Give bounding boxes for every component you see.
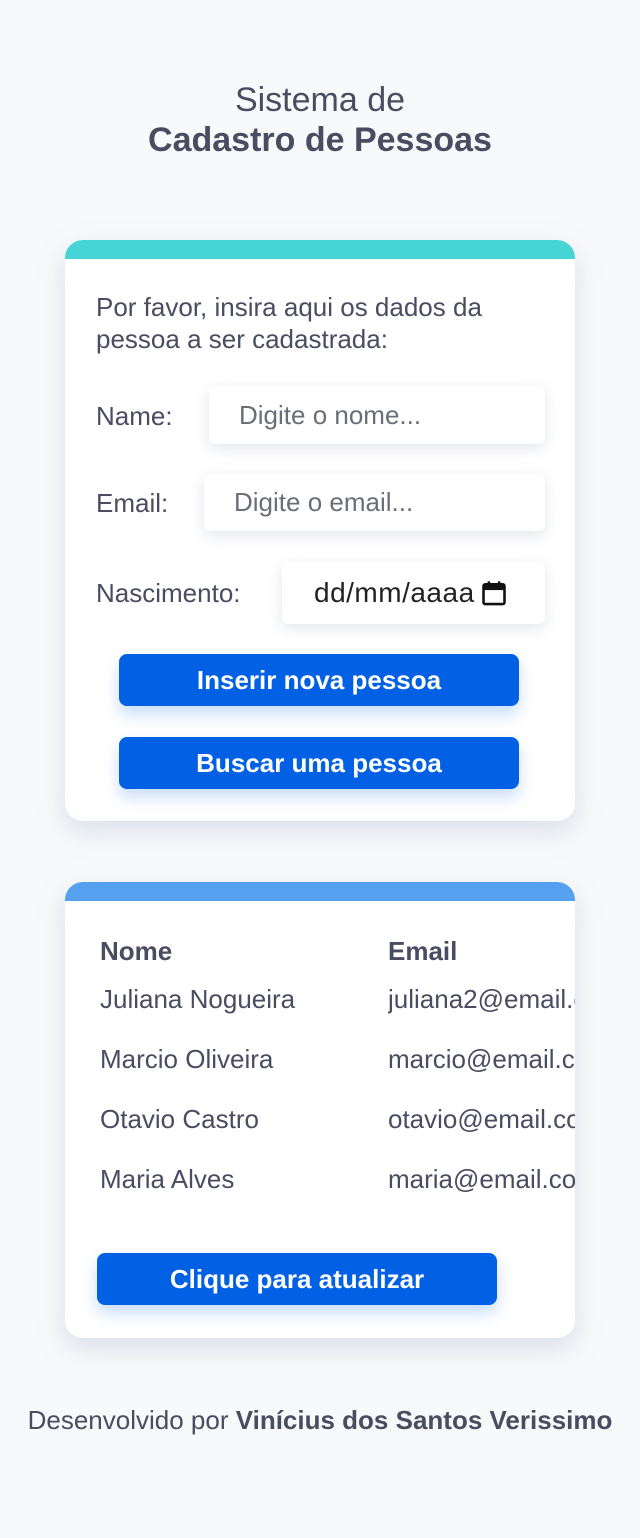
insert-person-button[interactable]: Inserir nova pessoa xyxy=(119,654,519,706)
row-3-nome: Otavio Castro xyxy=(100,1104,259,1134)
people-table-card: Nome Juliana Nogueira Marcio Oliveira Ot… xyxy=(65,882,575,1338)
email-column: Email juliana2@email.com marcio@email.co… xyxy=(388,936,575,1256)
registration-card: Por favor, insira aqui os dados da pesso… xyxy=(65,240,575,821)
search-person-button[interactable]: Buscar uma pessoa xyxy=(119,737,519,789)
page: Sistema de Cadastro de Pessoas Por favor… xyxy=(0,0,640,1538)
column-header-nome: Nome xyxy=(100,936,173,966)
footer-author: Vinícius dos Santos Verissimo xyxy=(235,1405,613,1435)
birth-date-input[interactable]: dd/mm/aaaa xyxy=(282,562,545,624)
title-line-2: Cadastro de Pessoas xyxy=(148,121,492,159)
row-2-nome: Marcio Oliveira xyxy=(100,1044,274,1074)
title-line-1: Sistema de xyxy=(234,81,406,119)
email-input[interactable] xyxy=(204,474,545,531)
birth-date-value: dd/mm/aaaa xyxy=(314,577,475,608)
column-header-email: Email xyxy=(388,936,458,966)
name-input[interactable] xyxy=(209,386,545,444)
refresh-button[interactable]: Clique para atualizar xyxy=(97,1253,497,1305)
footer-credit: Desenvolvido por Vinícius dos Santos Ver… xyxy=(0,1404,640,1436)
footer-prefix: Desenvolvido por xyxy=(27,1405,229,1435)
card-accent-bar xyxy=(65,240,575,259)
email-label: Email: xyxy=(96,488,169,518)
page-title: Sistema de Cadastro de Pessoas xyxy=(0,80,640,160)
row-4-nome: Maria Alves xyxy=(100,1164,235,1194)
form-intro: Por favor, insira aqui os dados da pesso… xyxy=(96,292,482,354)
row-1-email: juliana2@email.com xyxy=(388,984,575,1014)
calendar-icon[interactable] xyxy=(480,579,508,607)
row-1-nome: Juliana Nogueira xyxy=(100,984,296,1014)
row-4-email: maria@email.com xyxy=(388,1164,575,1194)
card-accent-bar xyxy=(65,882,575,901)
birth-label: Nascimento: xyxy=(96,578,241,608)
row-2-email: marcio@email.com xyxy=(388,1044,575,1074)
name-label: Name: xyxy=(96,401,173,431)
row-3-email: otavio@email.com xyxy=(388,1104,575,1134)
